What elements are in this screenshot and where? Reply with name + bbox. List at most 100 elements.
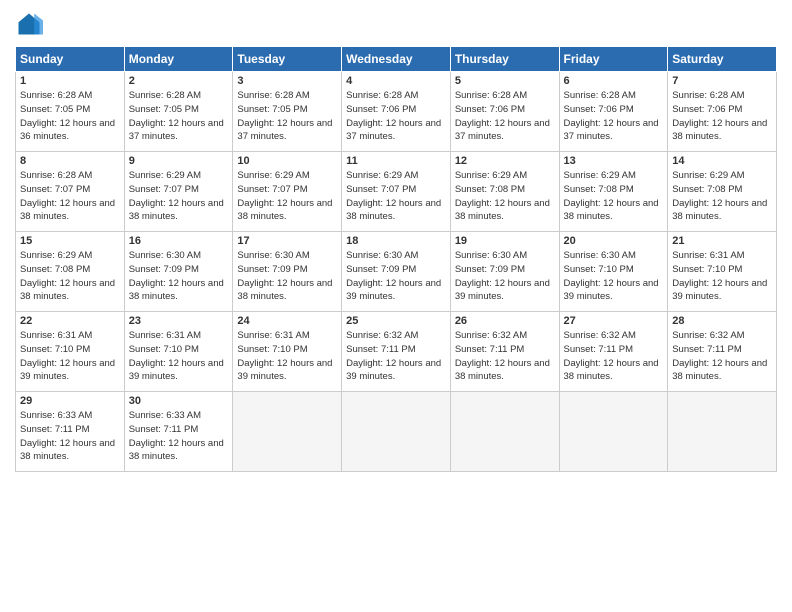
day-info: Sunrise: 6:28 AMSunset: 7:05 PMDaylight:… xyxy=(20,89,120,144)
week-row-1: 1 Sunrise: 6:28 AMSunset: 7:05 PMDaylight… xyxy=(16,72,777,152)
week-row-5: 29 Sunrise: 6:33 AMSunset: 7:11 PMDayligh… xyxy=(16,392,777,472)
day-cell: 3Sunrise: 6:28 AMSunset: 7:05 PMDaylight… xyxy=(233,72,342,152)
day-number: 17 xyxy=(237,235,337,247)
day-cell xyxy=(342,392,451,472)
day-cell: 26 Sunrise: 6:32 AMSunset: 7:11 PMDayligh… xyxy=(450,312,559,392)
col-sunday: Sunday xyxy=(16,47,125,72)
day-number: 3 xyxy=(237,75,337,87)
day-number: 15 xyxy=(20,235,120,247)
day-cell: 1 Sunrise: 6:28 AMSunset: 7:05 PMDaylight… xyxy=(16,72,125,152)
day-number: 19 xyxy=(455,235,555,247)
day-cell: 8Sunrise: 6:28 AMSunset: 7:07 PMDaylight… xyxy=(16,152,125,232)
day-info: Sunrise: 6:29 AMSunset: 7:08 PMDaylight:… xyxy=(455,169,555,224)
day-cell: 17 Sunrise: 6:30 AMSunset: 7:09 PMDayligh… xyxy=(233,232,342,312)
day-number: 28 xyxy=(672,315,772,327)
day-info: Sunrise: 6:30 AMSunset: 7:09 PMDaylight:… xyxy=(455,249,555,304)
day-number: 22 xyxy=(20,315,120,327)
day-info: Sunrise: 6:29 AMSunset: 7:07 PMDaylight:… xyxy=(129,169,229,224)
day-info: Sunrise: 6:31 AMSunset: 7:10 PMDaylight:… xyxy=(672,249,772,304)
day-cell: 21 Sunrise: 6:31 AMSunset: 7:10 PMDayligh… xyxy=(668,232,777,312)
day-cell: 5 Sunrise: 6:28 AMSunset: 7:06 PMDaylight… xyxy=(450,72,559,152)
header xyxy=(15,10,777,38)
logo-icon xyxy=(15,10,43,38)
day-cell xyxy=(559,392,668,472)
col-saturday: Saturday xyxy=(668,47,777,72)
day-info: Sunrise: 6:28 AMSunset: 7:06 PMDaylight:… xyxy=(672,89,772,144)
day-number: 25 xyxy=(346,315,446,327)
header-row: Sunday Monday Tuesday Wednesday Thursday… xyxy=(16,47,777,72)
day-number: 30 xyxy=(129,395,229,407)
day-info: Sunrise: 6:33 AMSunset: 7:11 PMDaylight:… xyxy=(20,409,120,464)
day-cell: 27 Sunrise: 6:32 AMSunset: 7:11 PMDayligh… xyxy=(559,312,668,392)
day-info: Sunrise: 6:29 AMSunset: 7:08 PMDaylight:… xyxy=(672,169,772,224)
day-number: 13 xyxy=(564,155,664,167)
day-number: 11 xyxy=(346,155,446,167)
day-number: 27 xyxy=(564,315,664,327)
day-number: 12 xyxy=(455,155,555,167)
col-monday: Monday xyxy=(124,47,233,72)
calendar-header: Sunday Monday Tuesday Wednesday Thursday… xyxy=(16,47,777,72)
col-friday: Friday xyxy=(559,47,668,72)
day-info: Sunrise: 6:28 AMSunset: 7:07 PMDaylight:… xyxy=(20,169,120,224)
week-row-2: 8Sunrise: 6:28 AMSunset: 7:07 PMDaylight… xyxy=(16,152,777,232)
col-thursday: Thursday xyxy=(450,47,559,72)
calendar-table: Sunday Monday Tuesday Wednesday Thursday… xyxy=(15,46,777,472)
day-cell: 10Sunrise: 6:29 AMSunset: 7:07 PMDayligh… xyxy=(233,152,342,232)
day-info: Sunrise: 6:29 AMSunset: 7:07 PMDaylight:… xyxy=(346,169,446,224)
day-info: Sunrise: 6:32 AMSunset: 7:11 PMDaylight:… xyxy=(346,329,446,384)
day-info: Sunrise: 6:31 AMSunset: 7:10 PMDaylight:… xyxy=(237,329,337,384)
day-number: 23 xyxy=(129,315,229,327)
day-info: Sunrise: 6:30 AMSunset: 7:09 PMDaylight:… xyxy=(237,249,337,304)
day-info: Sunrise: 6:28 AMSunset: 7:06 PMDaylight:… xyxy=(564,89,664,144)
day-info: Sunrise: 6:31 AMSunset: 7:10 PMDaylight:… xyxy=(129,329,229,384)
day-cell: 18Sunrise: 6:30 AMSunset: 7:09 PMDayligh… xyxy=(342,232,451,312)
day-info: Sunrise: 6:32 AMSunset: 7:11 PMDaylight:… xyxy=(564,329,664,384)
day-number: 18 xyxy=(346,235,446,247)
calendar-body: 1 Sunrise: 6:28 AMSunset: 7:05 PMDaylight… xyxy=(16,72,777,472)
day-number: 21 xyxy=(672,235,772,247)
day-number: 1 xyxy=(20,75,120,87)
day-cell xyxy=(233,392,342,472)
day-cell: 23 Sunrise: 6:31 AMSunset: 7:10 PMDayligh… xyxy=(124,312,233,392)
day-number: 7 xyxy=(672,75,772,87)
calendar-page: Sunday Monday Tuesday Wednesday Thursday… xyxy=(0,0,792,612)
day-number: 26 xyxy=(455,315,555,327)
day-number: 9 xyxy=(129,155,229,167)
logo xyxy=(15,10,47,38)
day-info: Sunrise: 6:29 AMSunset: 7:08 PMDaylight:… xyxy=(20,249,120,304)
day-cell: 7 Sunrise: 6:28 AMSunset: 7:06 PMDaylight… xyxy=(668,72,777,152)
day-number: 6 xyxy=(564,75,664,87)
day-info: Sunrise: 6:31 AMSunset: 7:10 PMDaylight:… xyxy=(20,329,120,384)
day-info: Sunrise: 6:28 AMSunset: 7:06 PMDaylight:… xyxy=(346,89,446,144)
col-wednesday: Wednesday xyxy=(342,47,451,72)
day-cell xyxy=(668,392,777,472)
day-number: 2 xyxy=(129,75,229,87)
day-cell: 4 Sunrise: 6:28 AMSunset: 7:06 PMDaylight… xyxy=(342,72,451,152)
day-cell: 30Sunrise: 6:33 AMSunset: 7:11 PMDayligh… xyxy=(124,392,233,472)
day-info: Sunrise: 6:28 AMSunset: 7:06 PMDaylight:… xyxy=(455,89,555,144)
day-number: 24 xyxy=(237,315,337,327)
day-cell: 15 Sunrise: 6:29 AMSunset: 7:08 PMDayligh… xyxy=(16,232,125,312)
day-cell: 25 Sunrise: 6:32 AMSunset: 7:11 PMDayligh… xyxy=(342,312,451,392)
day-cell: 6 Sunrise: 6:28 AMSunset: 7:06 PMDaylight… xyxy=(559,72,668,152)
day-number: 29 xyxy=(20,395,120,407)
day-info: Sunrise: 6:32 AMSunset: 7:11 PMDaylight:… xyxy=(455,329,555,384)
week-row-4: 22 Sunrise: 6:31 AMSunset: 7:10 PMDayligh… xyxy=(16,312,777,392)
day-cell: 9 Sunrise: 6:29 AMSunset: 7:07 PMDaylight… xyxy=(124,152,233,232)
day-info: Sunrise: 6:29 AMSunset: 7:08 PMDaylight:… xyxy=(564,169,664,224)
day-cell: 28Sunrise: 6:32 AMSunset: 7:11 PMDayligh… xyxy=(668,312,777,392)
day-cell: 11 Sunrise: 6:29 AMSunset: 7:07 PMDayligh… xyxy=(342,152,451,232)
day-number: 20 xyxy=(564,235,664,247)
day-number: 4 xyxy=(346,75,446,87)
day-cell: 22 Sunrise: 6:31 AMSunset: 7:10 PMDayligh… xyxy=(16,312,125,392)
day-cell: 29 Sunrise: 6:33 AMSunset: 7:11 PMDayligh… xyxy=(16,392,125,472)
week-row-3: 15 Sunrise: 6:29 AMSunset: 7:08 PMDayligh… xyxy=(16,232,777,312)
day-number: 5 xyxy=(455,75,555,87)
day-info: Sunrise: 6:30 AMSunset: 7:10 PMDaylight:… xyxy=(564,249,664,304)
day-number: 16 xyxy=(129,235,229,247)
day-cell: 16Sunrise: 6:30 AMSunset: 7:09 PMDayligh… xyxy=(124,232,233,312)
day-cell xyxy=(450,392,559,472)
day-cell: 13 Sunrise: 6:29 AMSunset: 7:08 PMDayligh… xyxy=(559,152,668,232)
day-number: 14 xyxy=(672,155,772,167)
day-cell: 24 Sunrise: 6:31 AMSunset: 7:10 PMDayligh… xyxy=(233,312,342,392)
